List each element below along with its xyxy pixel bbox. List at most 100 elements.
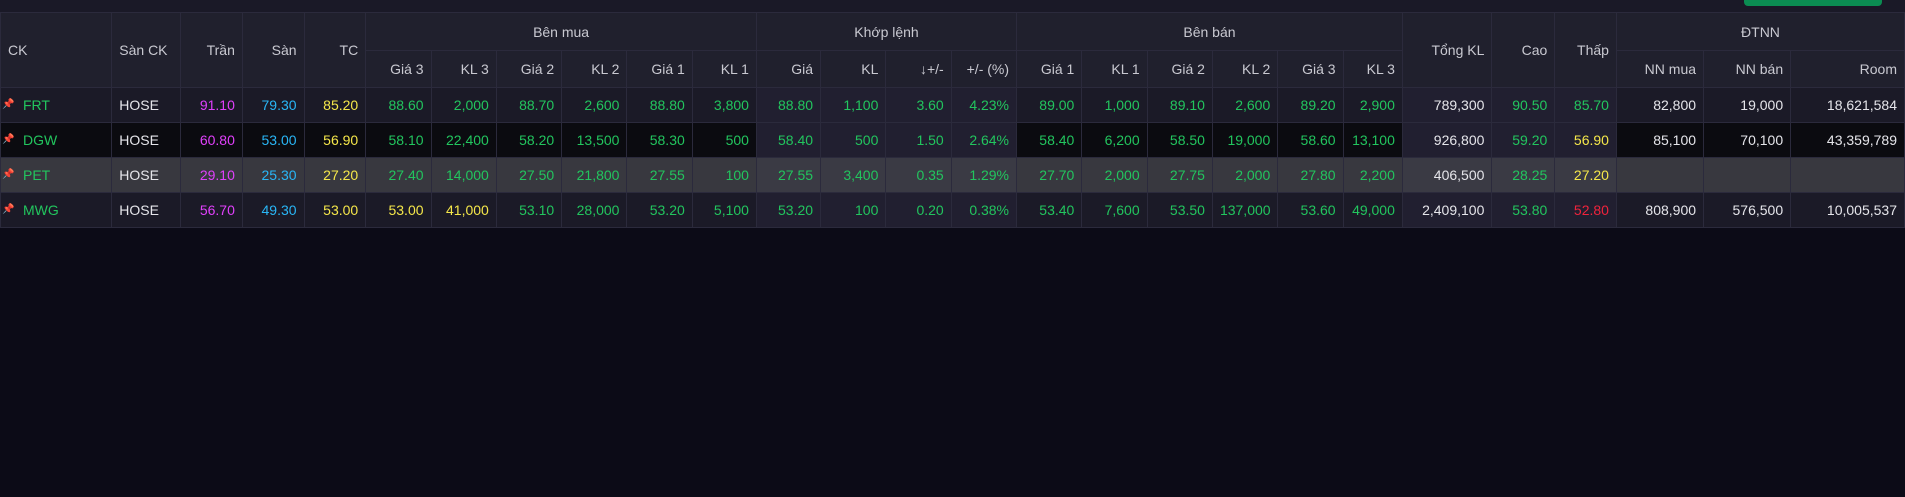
col-floor[interactable]: Sàn: [241, 12, 305, 88]
ask-vol-1-cell: 2,000: [1081, 157, 1148, 193]
col-bid-vol-2[interactable]: KL 2: [561, 50, 628, 88]
symbol-cell[interactable]: 📌 FRT: [0, 87, 113, 123]
change-pct-cell: 0.38%: [950, 192, 1018, 228]
col-bid-vol-1[interactable]: KL 1: [691, 50, 757, 88]
ask-price-2-cell[interactable]: 89.10: [1146, 87, 1213, 123]
bid-vol-2-cell: 2,600: [561, 87, 628, 123]
ask-price-1-cell[interactable]: 53.40: [1016, 192, 1083, 228]
bid-vol-1-cell: 3,800: [691, 87, 757, 123]
match-price-cell: 53.20: [755, 192, 822, 228]
ask-price-2-cell[interactable]: 58.50: [1146, 122, 1213, 158]
bid-price-2-cell[interactable]: 27.50: [495, 157, 563, 193]
bid-price-1-cell[interactable]: 53.20: [626, 192, 693, 228]
match-price-cell: 58.40: [755, 122, 822, 158]
foreign-sell-cell: 70,100: [1703, 122, 1792, 158]
ask-price-3-cell[interactable]: 27.80: [1277, 157, 1344, 193]
change-cell: 1.50: [885, 122, 952, 158]
symbol-cell[interactable]: 📌 MWG: [0, 192, 113, 228]
col-ask-price-1[interactable]: Giá 1: [1016, 50, 1083, 88]
symbol-label: PET: [23, 167, 51, 183]
bid-price-1-cell[interactable]: 27.55: [626, 157, 693, 193]
col-exchange[interactable]: Sàn CK: [111, 12, 182, 88]
bid-price-2-cell[interactable]: 53.10: [495, 192, 563, 228]
col-bid-price-3[interactable]: Giá 3: [365, 50, 432, 88]
ceiling-cell: 91.10: [180, 87, 243, 123]
exchange-cell: HOSE: [111, 157, 182, 193]
col-bid-price-2[interactable]: Giá 2: [495, 50, 563, 88]
table-row[interactable]: 📌 MWG HOSE 56.70 49.30 53.00 53.00 41,000…: [0, 192, 1905, 228]
col-low[interactable]: Thấp: [1554, 12, 1617, 88]
group-ask: Bên bán: [1016, 12, 1403, 51]
col-ask-vol-2[interactable]: KL 2: [1211, 50, 1279, 88]
ask-price-1-cell[interactable]: 89.00: [1016, 87, 1083, 123]
col-ceiling[interactable]: Trần: [180, 12, 243, 88]
group-bid: Bên mua: [365, 12, 757, 51]
symbol-cell[interactable]: 📌 DGW: [0, 122, 113, 158]
bid-price-3-cell[interactable]: 88.60: [365, 87, 432, 123]
high-cell: 53.80: [1491, 192, 1556, 228]
col-ask-vol-3[interactable]: KL 3: [1342, 50, 1403, 88]
col-change[interactable]: ↓+/-: [885, 50, 952, 88]
col-reference[interactable]: TC: [303, 12, 367, 88]
pin-icon[interactable]: 📌: [2, 204, 14, 215]
col-foreign-sell[interactable]: NN bán: [1703, 50, 1792, 88]
total-volume-cell: 926,800: [1401, 122, 1493, 158]
symbol-cell[interactable]: 📌 PET: [0, 157, 113, 193]
col-room[interactable]: Room: [1790, 50, 1905, 88]
ask-price-1-cell[interactable]: 58.40: [1016, 122, 1083, 158]
ask-price-3-cell[interactable]: 58.60: [1277, 122, 1344, 158]
col-total-volume[interactable]: Tổng KL: [1401, 12, 1493, 88]
room-cell: 43,359,789: [1790, 122, 1905, 158]
foreign-sell-cell: 576,500: [1703, 192, 1792, 228]
bid-price-3-cell[interactable]: 27.40: [365, 157, 432, 193]
col-foreign-buy[interactable]: NN mua: [1615, 50, 1705, 88]
bid-vol-2-cell: 28,000: [561, 192, 628, 228]
bid-price-2-cell[interactable]: 88.70: [495, 87, 563, 123]
col-ck[interactable]: CK: [0, 12, 113, 88]
total-volume-cell: 406,500: [1401, 157, 1493, 193]
ask-price-2-cell[interactable]: 27.75: [1146, 157, 1213, 193]
col-ask-price-3[interactable]: Giá 3: [1277, 50, 1344, 88]
col-bid-price-1[interactable]: Giá 1: [626, 50, 693, 88]
col-match-price[interactable]: Giá: [755, 50, 822, 88]
exchange-cell: HOSE: [111, 192, 182, 228]
bid-price-1-cell[interactable]: 58.30: [626, 122, 693, 158]
bid-price-3-cell[interactable]: 58.10: [365, 122, 432, 158]
ask-price-2-cell[interactable]: 53.50: [1146, 192, 1213, 228]
ask-price-3-cell[interactable]: 89.20: [1277, 87, 1344, 123]
change-cell: 0.20: [885, 192, 952, 228]
col-ask-price-2[interactable]: Giá 2: [1146, 50, 1213, 88]
col-change-pct[interactable]: +/- (%): [950, 50, 1018, 88]
foreign-buy-cell: 808,900: [1615, 192, 1705, 228]
bid-price-3-cell[interactable]: 53.00: [365, 192, 432, 228]
bid-price-2-cell[interactable]: 58.20: [495, 122, 563, 158]
bid-vol-2-cell: 21,800: [561, 157, 628, 193]
board-header: CK Sàn CK Trần Sàn TC Bên mua Khớp lệnh …: [0, 12, 1905, 88]
table-row[interactable]: 📌 DGW HOSE 60.80 53.00 56.90 58.10 22,400…: [0, 122, 1905, 158]
ask-price-1-cell[interactable]: 27.70: [1016, 157, 1083, 193]
total-volume-cell: 789,300: [1401, 87, 1493, 123]
exchange-cell: HOSE: [111, 87, 182, 123]
room-cell: [1790, 157, 1905, 193]
floor-cell: 53.00: [241, 122, 305, 158]
table-row[interactable]: 📌 PET HOSE 29.10 25.30 27.20 27.40 14,000…: [0, 157, 1905, 193]
bid-price-1-cell[interactable]: 88.80: [626, 87, 693, 123]
col-match-vol[interactable]: KL: [820, 50, 887, 88]
top-action-button[interactable]: [1744, 0, 1882, 6]
ask-price-3-cell[interactable]: 53.60: [1277, 192, 1344, 228]
pin-icon[interactable]: 📌: [2, 169, 14, 180]
table-row[interactable]: 📌 FRT HOSE 91.10 79.30 85.20 88.60 2,000 …: [0, 87, 1905, 123]
pin-icon[interactable]: 📌: [2, 99, 14, 110]
bid-vol-1-cell: 5,100: [691, 192, 757, 228]
board-body: 📌 FRT HOSE 91.10 79.30 85.20 88.60 2,000 …: [0, 87, 1905, 228]
foreign-sell-cell: [1703, 157, 1792, 193]
pin-icon[interactable]: 📌: [2, 134, 14, 145]
change-pct-cell: 2.64%: [950, 122, 1018, 158]
change-pct-cell: 4.23%: [950, 87, 1018, 123]
foreign-buy-cell: [1615, 157, 1705, 193]
ask-vol-2-cell: 19,000: [1211, 122, 1279, 158]
col-ask-vol-1[interactable]: KL 1: [1081, 50, 1148, 88]
ask-vol-1-cell: 7,600: [1081, 192, 1148, 228]
col-high[interactable]: Cao: [1491, 12, 1556, 88]
col-bid-vol-3[interactable]: KL 3: [430, 50, 497, 88]
